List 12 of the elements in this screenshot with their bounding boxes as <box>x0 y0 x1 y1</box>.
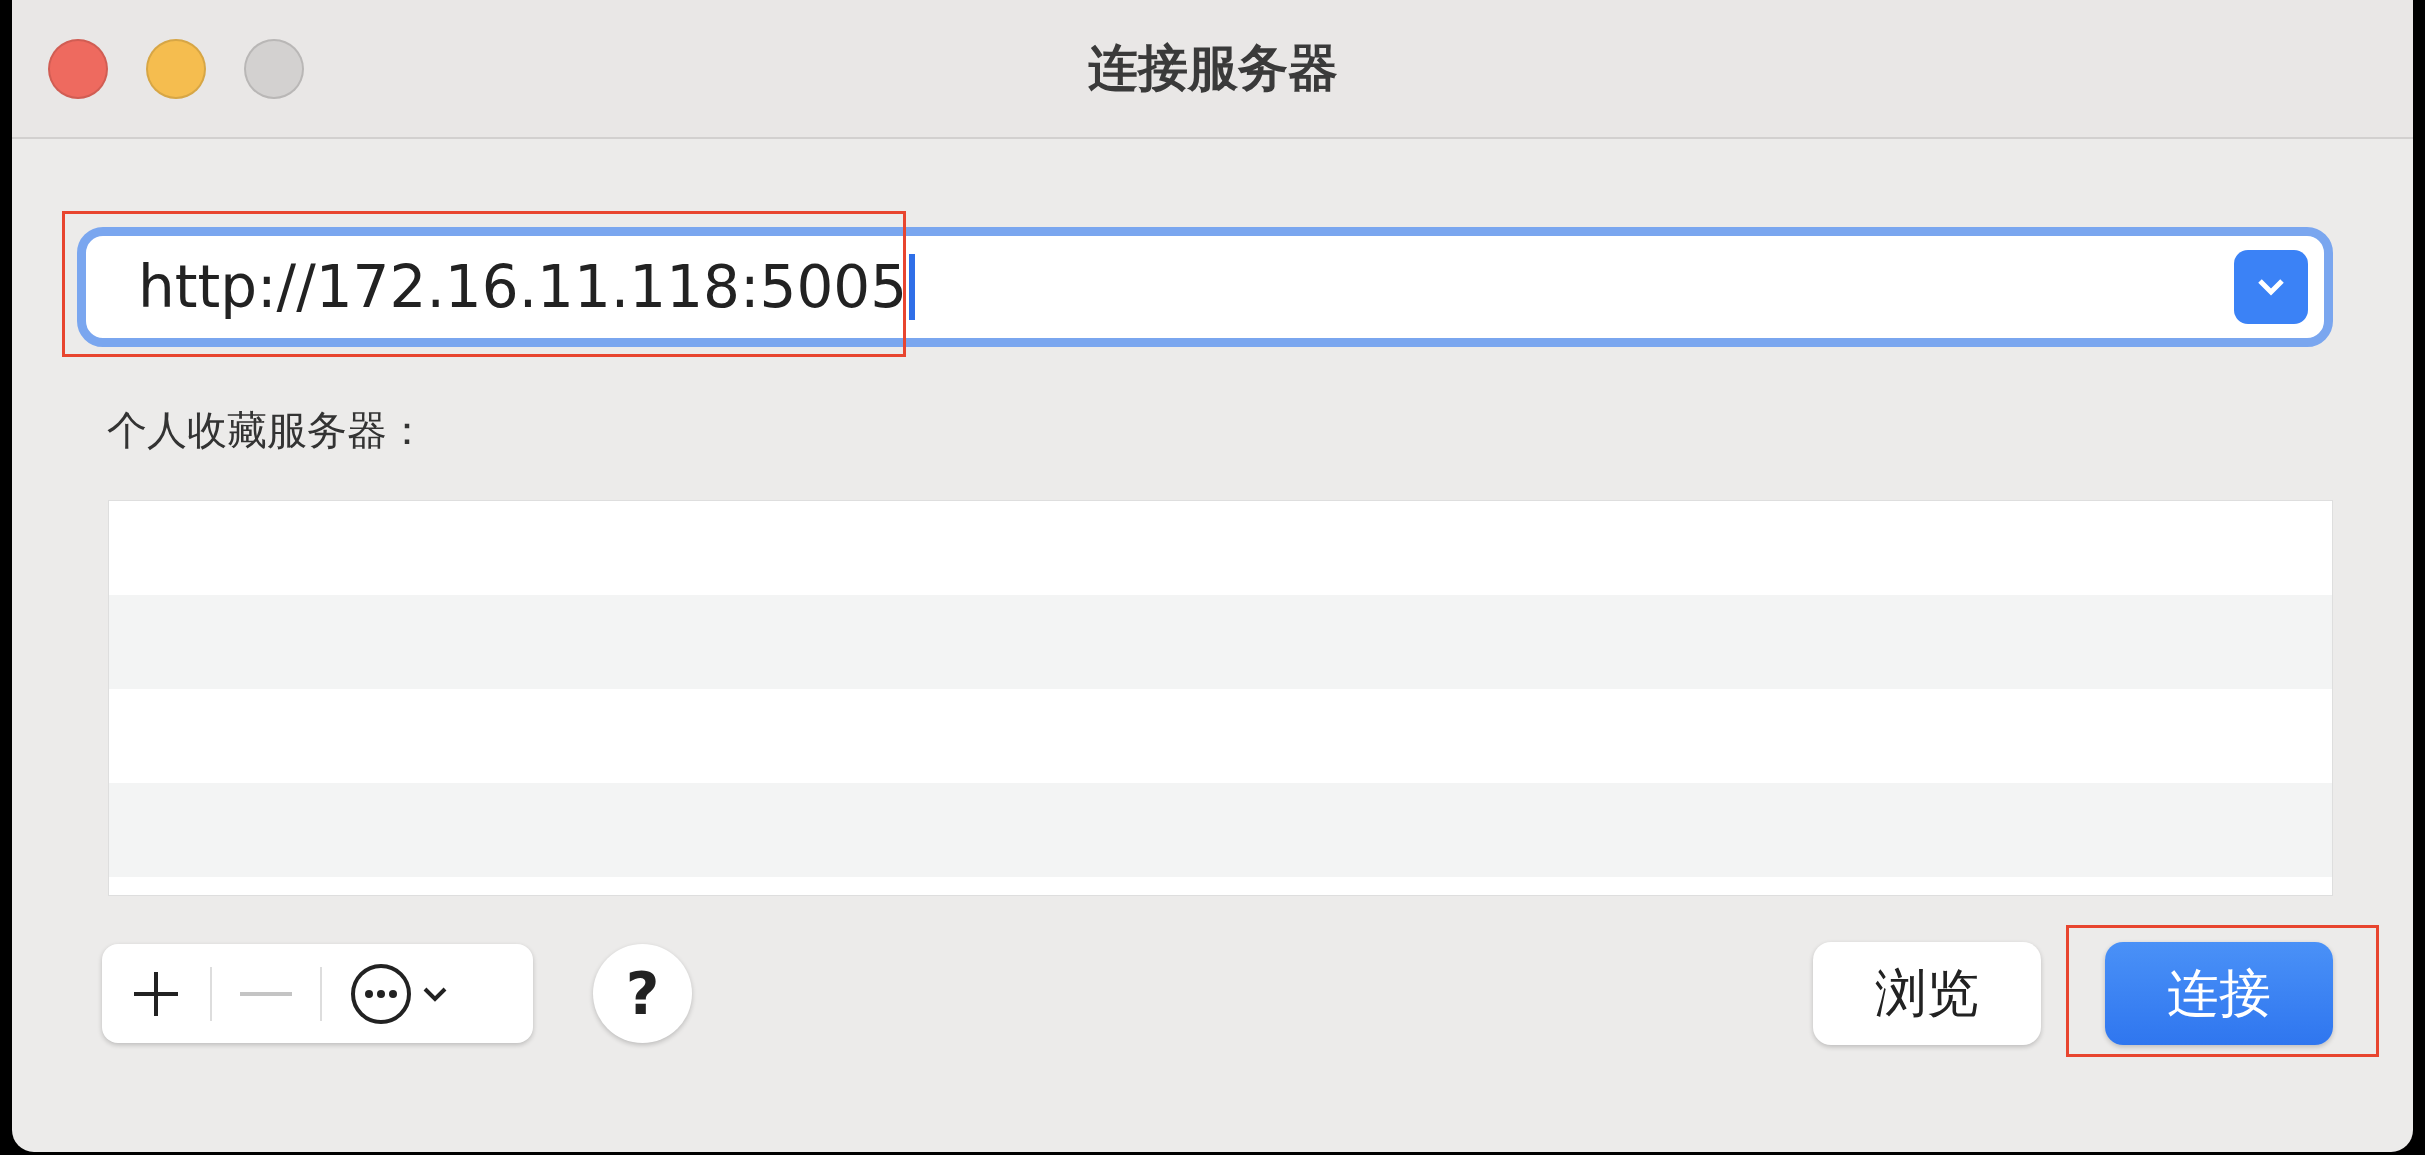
text-cursor <box>909 254 916 320</box>
chevron-down-icon <box>422 985 448 1002</box>
dropdown-button[interactable] <box>2234 250 2308 324</box>
help-button[interactable]: ? <box>593 944 692 1043</box>
more-icon <box>350 962 412 1025</box>
minus-icon <box>240 990 292 997</box>
chevron-down-icon <box>2256 278 2286 296</box>
favorites-label: 个人收藏服务器： <box>107 406 428 455</box>
browse-button[interactable]: 浏览 <box>1813 942 2041 1045</box>
connect-button[interactable]: 连接 <box>2105 942 2333 1045</box>
address-field[interactable]: http://172.16.11.118:5005 <box>77 227 2333 347</box>
window-title: 连接服务器 <box>1087 38 1338 99</box>
